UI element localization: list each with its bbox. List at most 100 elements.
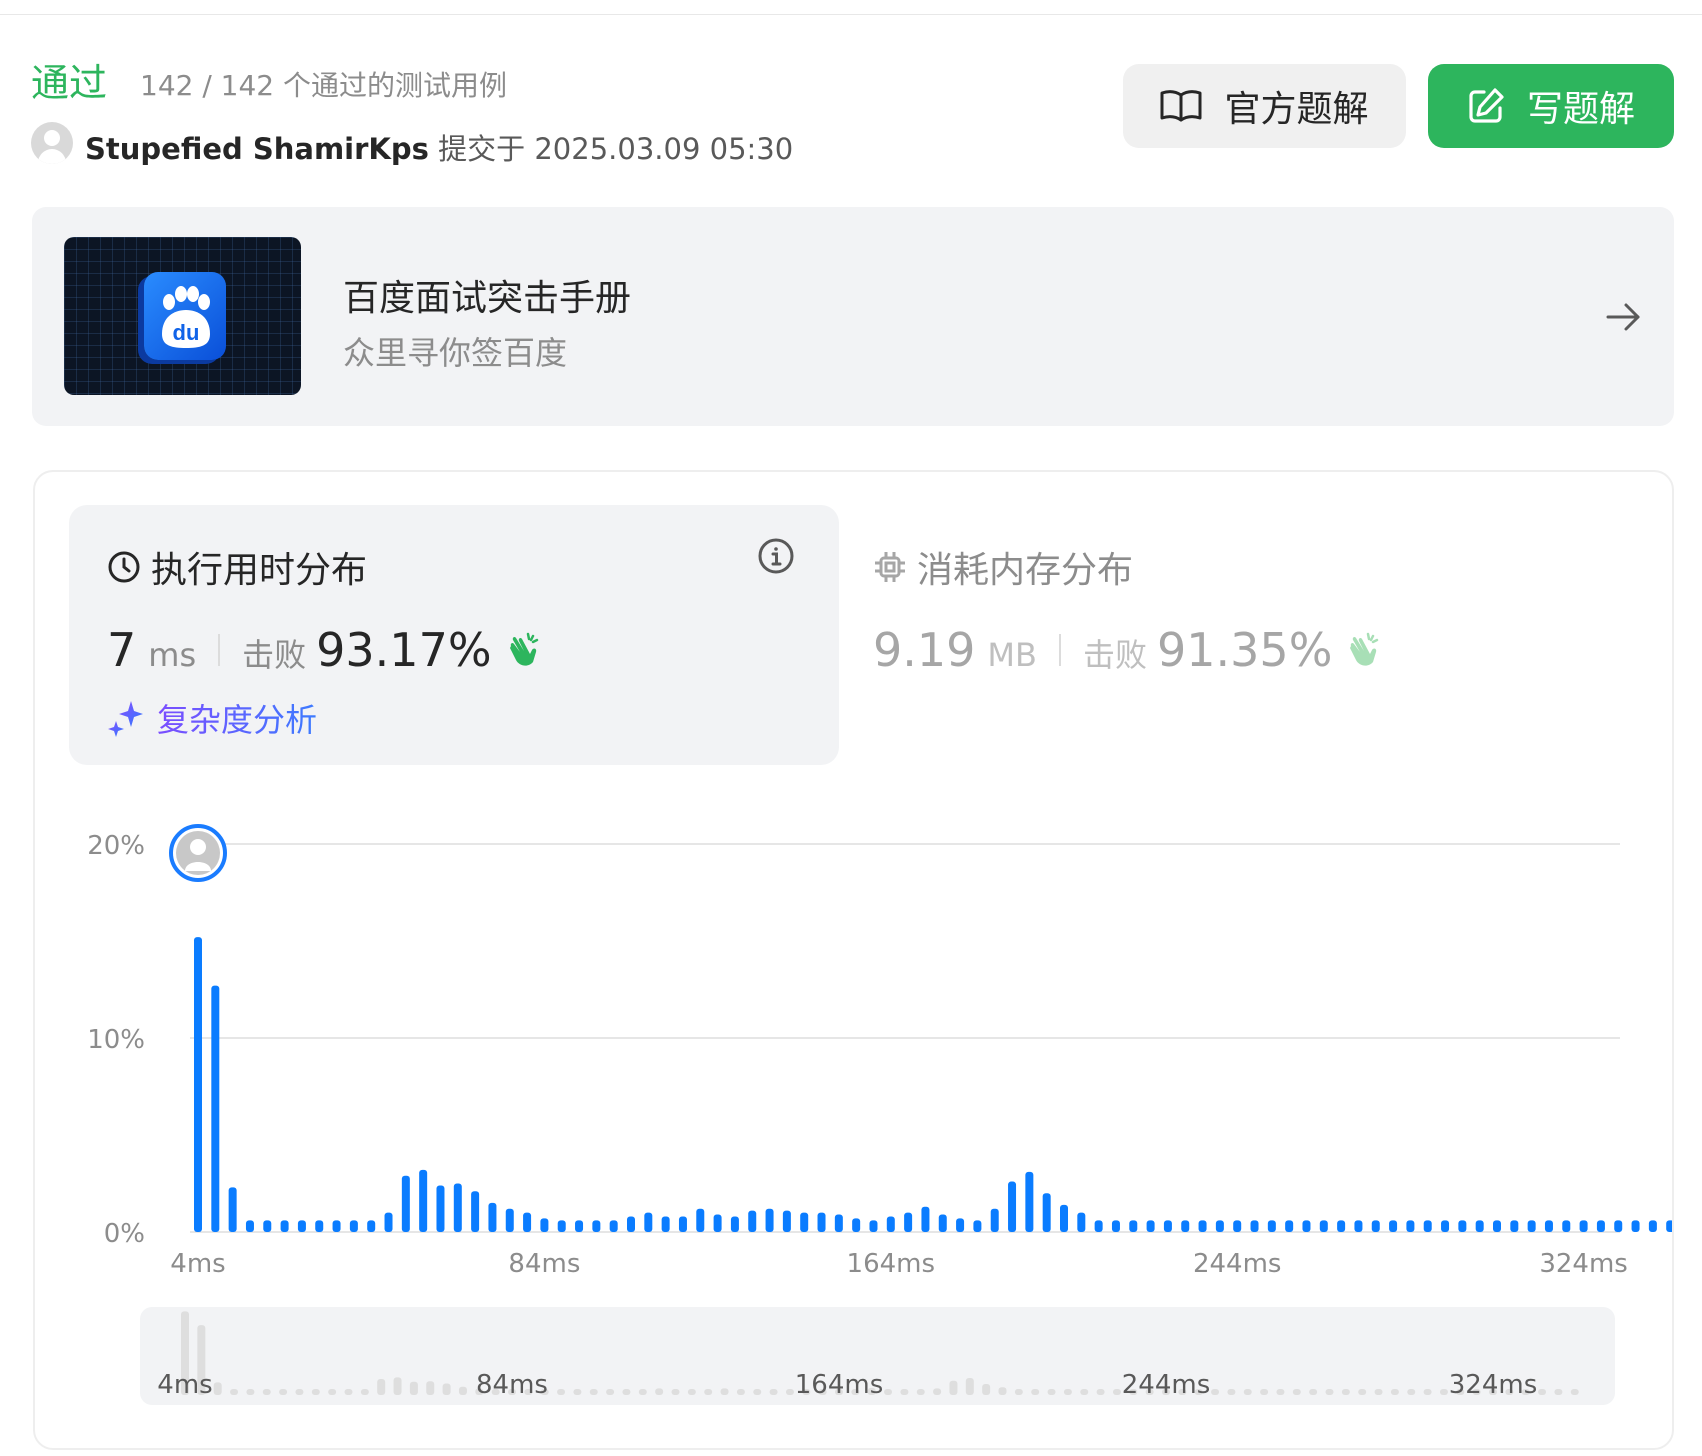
official-solution-button[interactable]: 官方题解: [1123, 64, 1406, 148]
chart-bar[interactable]: [1510, 1220, 1519, 1232]
chart-bar[interactable]: [886, 1216, 895, 1232]
chart-bar[interactable]: [1389, 1220, 1398, 1232]
chart-bar[interactable]: [384, 1212, 393, 1232]
chart-bar[interactable]: [1025, 1171, 1034, 1232]
username-link[interactable]: Stupefied ShamirKps: [85, 132, 429, 166]
chart-bar[interactable]: [609, 1220, 618, 1232]
minimap-bar: [1227, 1389, 1236, 1395]
chart-bar[interactable]: [713, 1214, 722, 1232]
chart-bar[interactable]: [748, 1210, 757, 1232]
chart-bar[interactable]: [1285, 1220, 1294, 1232]
minimap-bar: [753, 1389, 762, 1395]
minimap-bar: [1439, 1389, 1448, 1395]
chart-bar[interactable]: [1181, 1220, 1190, 1232]
chart-bar[interactable]: [419, 1169, 428, 1232]
chart-bar[interactable]: [1631, 1220, 1640, 1232]
chart-bar[interactable]: [592, 1220, 601, 1232]
chart-bar[interactable]: [973, 1220, 982, 1232]
runtime-distribution-chart[interactable]: 0%10%20%4ms84ms164ms244ms324ms404ms484ms…: [35, 472, 1672, 1448]
chart-bar[interactable]: [367, 1220, 376, 1232]
chart-bar[interactable]: [765, 1208, 774, 1232]
promo-banner[interactable]: du 百度面试突击手册 众里寻你签百度: [32, 207, 1674, 426]
chart-bar[interactable]: [1441, 1220, 1450, 1232]
minimap-bar: [360, 1389, 369, 1395]
chart-bar[interactable]: [904, 1212, 913, 1232]
chart-bar[interactable]: [297, 1220, 306, 1232]
chart-bar[interactable]: [194, 937, 202, 1232]
chart-bar[interactable]: [245, 1220, 254, 1232]
chart-bar[interactable]: [990, 1208, 999, 1232]
chart-bar[interactable]: [1337, 1220, 1346, 1232]
chart-bar[interactable]: [1163, 1220, 1172, 1232]
chart-bar[interactable]: [1042, 1193, 1051, 1232]
chart-bar[interactable]: [1146, 1220, 1155, 1232]
chart-bar[interactable]: [1215, 1220, 1224, 1232]
chart-bar[interactable]: [471, 1191, 480, 1232]
chart-bar[interactable]: [678, 1216, 687, 1232]
chart-bar[interactable]: [834, 1214, 843, 1232]
chart-bar[interactable]: [921, 1206, 930, 1232]
chart-bar[interactable]: [575, 1220, 584, 1232]
chart-bar[interactable]: [1458, 1220, 1467, 1232]
chart-bar[interactable]: [1614, 1220, 1623, 1232]
chart-bar[interactable]: [211, 985, 220, 1232]
chart-bar[interactable]: [869, 1220, 878, 1232]
chart-bar[interactable]: [852, 1218, 861, 1232]
chart-bar[interactable]: [1354, 1220, 1363, 1232]
minimap-bar: [1211, 1389, 1220, 1395]
minimap-bar: [1080, 1389, 1089, 1395]
chart-bar[interactable]: [782, 1210, 791, 1232]
chart-bar[interactable]: [453, 1183, 462, 1233]
chart-bar[interactable]: [956, 1218, 965, 1232]
chart-bar[interactable]: [1527, 1220, 1536, 1232]
chart-bar[interactable]: [730, 1216, 739, 1232]
chart-bar[interactable]: [557, 1220, 566, 1232]
chart-bar[interactable]: [523, 1212, 532, 1232]
chart-bar[interactable]: [540, 1218, 549, 1232]
chart-bar[interactable]: [1060, 1204, 1068, 1232]
chart-bar[interactable]: [505, 1208, 514, 1232]
chart-bar[interactable]: [1250, 1220, 1259, 1232]
chart-bar[interactable]: [1008, 1181, 1017, 1232]
chart-bar[interactable]: [1596, 1220, 1605, 1232]
chart-bar[interactable]: [696, 1208, 705, 1232]
chart-bar[interactable]: [1233, 1220, 1242, 1232]
chart-bar[interactable]: [349, 1220, 358, 1232]
chart-bar[interactable]: [661, 1216, 670, 1232]
chart-bar[interactable]: [1544, 1220, 1553, 1232]
chart-bar[interactable]: [1493, 1220, 1501, 1232]
chart-bar[interactable]: [1475, 1220, 1484, 1232]
chart-bar[interactable]: [1319, 1220, 1328, 1232]
chart-bar[interactable]: [1198, 1220, 1207, 1232]
chart-bar[interactable]: [1267, 1220, 1276, 1232]
minimap-bar: [1292, 1389, 1301, 1395]
write-solution-button[interactable]: 写题解: [1428, 64, 1674, 148]
chart-bar[interactable]: [1094, 1220, 1103, 1232]
chart-bar[interactable]: [627, 1216, 635, 1232]
chart-bar[interactable]: [800, 1212, 809, 1232]
chart-bar[interactable]: [280, 1220, 289, 1232]
chart-bar[interactable]: [817, 1212, 826, 1232]
chart-bar[interactable]: [644, 1212, 653, 1232]
chart-bar[interactable]: [228, 1187, 237, 1232]
chart-bar[interactable]: [1406, 1220, 1415, 1232]
user-avatar[interactable]: [31, 122, 73, 164]
chart-bar[interactable]: [1129, 1220, 1138, 1232]
chart-bar[interactable]: [332, 1220, 341, 1232]
chart-bar[interactable]: [1302, 1220, 1311, 1232]
chart-bar[interactable]: [1666, 1220, 1672, 1232]
chart-bar[interactable]: [1423, 1220, 1432, 1232]
chart-bar[interactable]: [488, 1202, 497, 1232]
chart-bar[interactable]: [1371, 1220, 1380, 1232]
chart-bar[interactable]: [1648, 1220, 1657, 1232]
chart-bar[interactable]: [263, 1220, 272, 1232]
chart-bar[interactable]: [401, 1175, 410, 1232]
chart-bar[interactable]: [1579, 1220, 1588, 1232]
chart-bar[interactable]: [315, 1220, 324, 1232]
minimap-tick-label: 244ms: [1122, 1370, 1211, 1400]
chart-bar[interactable]: [1562, 1220, 1571, 1232]
chart-bar[interactable]: [436, 1185, 445, 1232]
chart-bar[interactable]: [1111, 1220, 1120, 1232]
chart-bar[interactable]: [1077, 1212, 1086, 1232]
chart-bar[interactable]: [938, 1214, 947, 1232]
